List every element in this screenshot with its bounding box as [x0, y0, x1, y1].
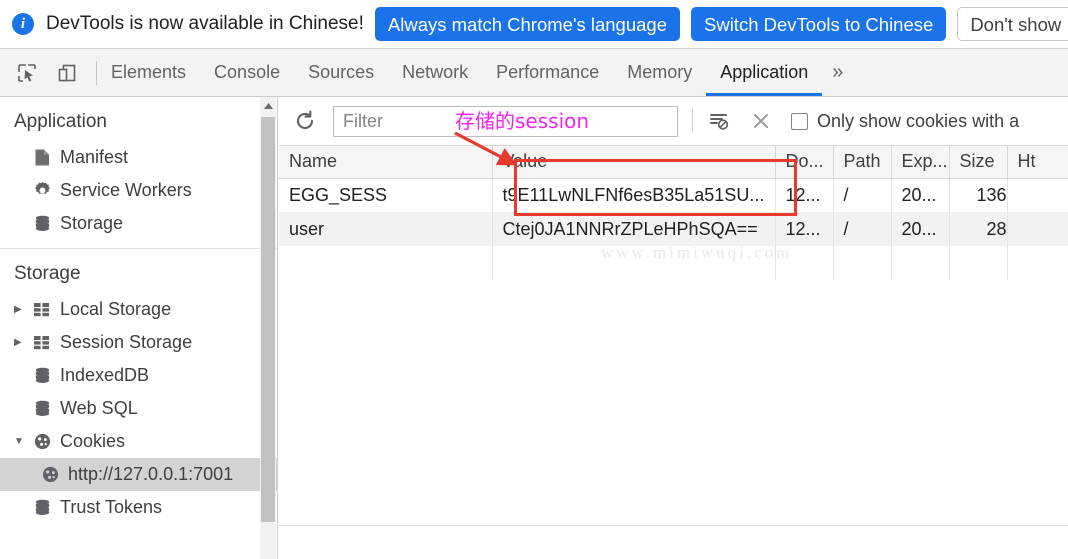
- cookies-table-container: Name Value Do... Path Exp... Size Ht EGG…: [279, 145, 1068, 526]
- sidebar-item-trust-tokens[interactable]: Trust Tokens: [0, 491, 277, 524]
- filter-placeholder: Filter: [343, 110, 383, 131]
- column-header-value[interactable]: Value: [492, 146, 776, 179]
- sidebar-item-indexeddb[interactable]: IndexedDB: [0, 359, 277, 392]
- cell-name: EGG_SESS: [279, 178, 493, 212]
- device-toolbar-icon[interactable]: [54, 60, 80, 86]
- column-header-path[interactable]: Path: [833, 146, 892, 179]
- info-icon: i: [12, 13, 34, 35]
- cell-value: t9E11LwNLFNf6esB35La51SU...: [492, 178, 776, 212]
- table-grid-icon: [30, 302, 54, 318]
- application-sidebar: Application Manifest Service Workers Sto…: [0, 97, 278, 559]
- sidebar-item-label: IndexedDB: [60, 365, 150, 385]
- column-header-expires[interactable]: Exp...: [891, 146, 950, 179]
- table-empty-space: [279, 246, 1068, 280]
- database-icon: [30, 366, 54, 385]
- expand-triangle-icon[interactable]: ▶: [14, 304, 30, 315]
- manifest-document-icon: [30, 148, 54, 167]
- table-grid-icon: [30, 335, 54, 351]
- sidebar-item-web-sql[interactable]: Web SQL: [0, 392, 277, 425]
- cookie-icon: [38, 465, 62, 484]
- cookies-filter-toolbar: Filter Only show cookies with a: [279, 97, 1068, 145]
- only-show-issues-checkbox-row[interactable]: Only show cookies with a: [791, 111, 1019, 132]
- clear-filter-icon[interactable]: [703, 106, 735, 136]
- cookies-table: Name Value Do... Path Exp... Size Ht EGG…: [279, 146, 1068, 280]
- sidebar-item-label: http://127.0.0.1:7001: [68, 464, 234, 484]
- sidebar-scrollbar-thumb[interactable]: [261, 117, 275, 522]
- sidebar-scrollbar[interactable]: [260, 97, 276, 559]
- always-match-language-button[interactable]: Always match Chrome's language: [374, 7, 680, 41]
- sidebar-item-service-workers[interactable]: Service Workers: [0, 174, 277, 207]
- sidebar-item-storage[interactable]: Storage: [0, 207, 277, 240]
- cookies-panel: Filter Only show cookies with a Name Val…: [279, 97, 1068, 559]
- database-icon: [30, 214, 54, 233]
- database-icon: [30, 399, 54, 418]
- more-tabs-chevron-icon[interactable]: »: [822, 61, 853, 84]
- only-show-issues-label: Only show cookies with a: [817, 110, 1020, 131]
- refresh-icon[interactable]: [291, 107, 319, 135]
- database-icon: [30, 498, 54, 517]
- column-header-domain[interactable]: Do...: [775, 146, 834, 179]
- sidebar-item-session-storage[interactable]: ▶ Session Storage: [0, 326, 277, 359]
- close-x-icon[interactable]: [745, 106, 777, 136]
- cell-size: 136: [949, 178, 1008, 212]
- sidebar-item-cookies[interactable]: ▼ Cookies: [0, 425, 277, 458]
- sidebar-item-label: Manifest: [60, 147, 129, 167]
- tab-sources[interactable]: Sources: [294, 49, 388, 96]
- tab-elements[interactable]: Elements: [97, 49, 200, 96]
- filter-input[interactable]: Filter: [333, 105, 678, 137]
- language-notification-bar: i DevTools is now available in Chinese! …: [0, 0, 1068, 49]
- devtools-tabstrip: Elements Console Sources Network Perform…: [0, 49, 1068, 97]
- cell-path: /: [833, 212, 892, 246]
- sidebar-item-label: Session Storage: [60, 332, 193, 352]
- cell-expires: 20...: [891, 178, 950, 212]
- cell-value: Ctej0JA1NNRrZPLeHPhSQA==: [492, 212, 776, 246]
- sidebar-item-label: Web SQL: [60, 398, 138, 418]
- cell-domain: 12...: [775, 178, 834, 212]
- cookie-icon: [30, 432, 54, 451]
- column-header-size[interactable]: Size: [949, 146, 1008, 179]
- notification-message: DevTools is now available in Chinese!: [46, 13, 364, 34]
- sidebar-item-label: Service Workers: [60, 180, 192, 200]
- sidebar-item-label: Cookies: [60, 431, 126, 451]
- tab-memory[interactable]: Memory: [613, 49, 706, 96]
- scroll-up-arrow-icon[interactable]: [260, 97, 276, 115]
- column-header-httponly[interactable]: Ht: [1007, 146, 1068, 179]
- sidebar-section-storage-title: Storage: [14, 263, 81, 284]
- cell-path: /: [833, 178, 892, 212]
- sidebar-item-label: Storage: [60, 213, 124, 233]
- filter-toolbar-divider: [692, 109, 693, 133]
- sidebar-section-application-title: Application: [14, 111, 107, 132]
- only-show-issues-checkbox[interactable]: [791, 112, 808, 130]
- devtools-window: i DevTools is now available in Chinese! …: [0, 0, 1068, 559]
- cell-domain: 12...: [775, 212, 834, 246]
- column-header-name[interactable]: Name: [279, 146, 493, 179]
- cell-expires: 20...: [891, 212, 950, 246]
- gear-icon: [30, 181, 54, 200]
- table-row[interactable]: user Ctej0JA1NNRrZPLeHPhSQA== 12... / 20…: [279, 212, 1068, 246]
- sidebar-item-local-storage[interactable]: ▶ Local Storage: [0, 293, 277, 326]
- collapse-triangle-icon[interactable]: ▼: [14, 436, 30, 447]
- sidebar-item-label: Local Storage: [60, 299, 172, 319]
- cell-name: user: [279, 212, 493, 246]
- inspect-element-icon[interactable]: [14, 60, 40, 86]
- expand-triangle-icon[interactable]: ▶: [14, 337, 30, 348]
- cell-httponly: [1007, 212, 1068, 246]
- sidebar-item-label: Trust Tokens: [60, 497, 163, 517]
- cell-httponly: [1007, 178, 1068, 212]
- tab-performance[interactable]: Performance: [482, 49, 613, 96]
- cell-size: 28: [949, 212, 1008, 246]
- dont-show-button[interactable]: Don't show: [957, 7, 1068, 41]
- table-row[interactable]: EGG_SESS t9E11LwNLFNf6esB35La51SU... 12.…: [279, 178, 1068, 212]
- sidebar-item-manifest[interactable]: Manifest: [0, 141, 277, 174]
- tab-console[interactable]: Console: [200, 49, 294, 96]
- tab-application[interactable]: Application: [706, 49, 822, 96]
- switch-devtools-language-button[interactable]: Switch DevTools to Chinese: [691, 7, 947, 41]
- tab-network[interactable]: Network: [388, 49, 482, 96]
- table-header-row: Name Value Do... Path Exp... Size Ht: [279, 146, 1068, 179]
- sidebar-item-cookie-origin[interactable]: http://127.0.0.1:7001: [0, 458, 277, 491]
